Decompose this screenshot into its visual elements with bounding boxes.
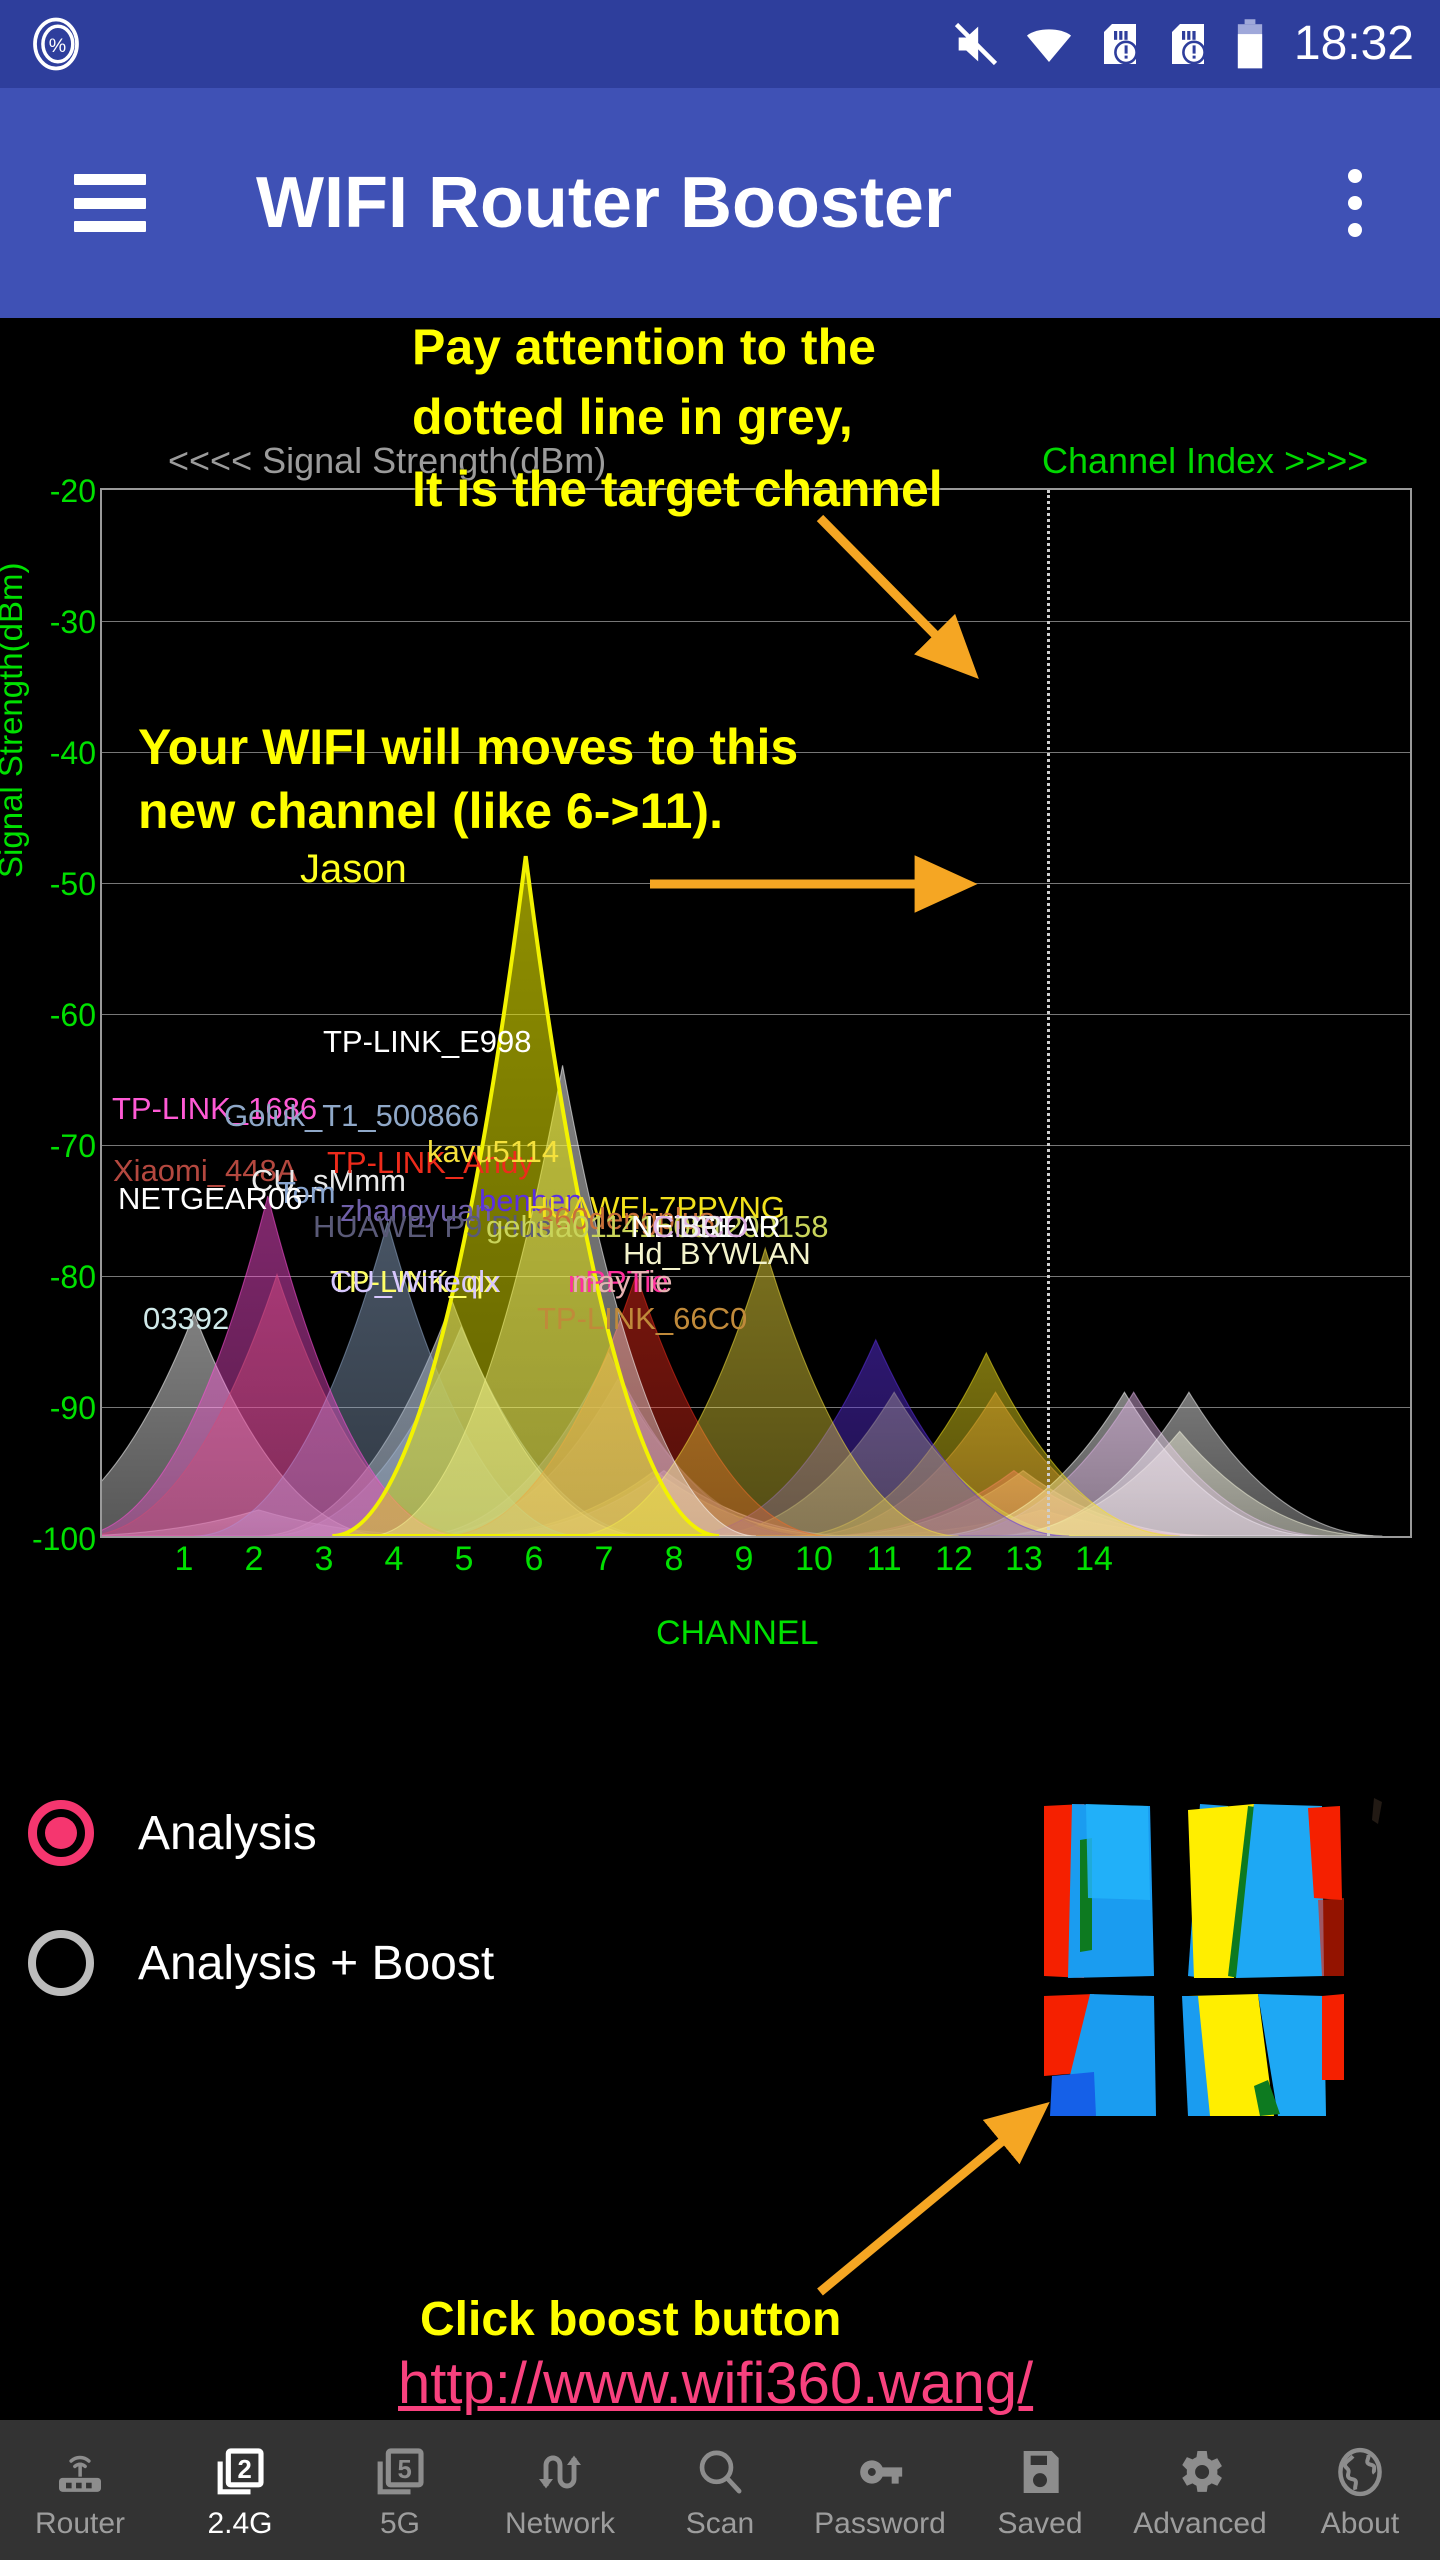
key-icon xyxy=(850,2441,910,2503)
globe-icon xyxy=(1330,2441,1390,2503)
bottom-navigation: Router 2 2.4G 5 5G Network Scan Password… xyxy=(0,2420,1440,2560)
x-tick: 11 xyxy=(866,1540,902,1578)
x-tick: 2 xyxy=(244,1540,264,1578)
option-analysis-label: Analysis xyxy=(138,1806,317,1860)
radio-selected-icon[interactable] xyxy=(28,1800,94,1866)
annotation-note-1-line3: It is the target channel xyxy=(412,461,943,517)
y-tick: -70 xyxy=(49,1128,96,1164)
ssid-label: Jason xyxy=(300,847,407,891)
plot-area xyxy=(100,488,1412,1538)
x-tick: 14 xyxy=(1075,1540,1113,1578)
nav-label-scan: Scan xyxy=(685,2507,755,2540)
x-tick: 1 xyxy=(174,1540,194,1578)
svg-text:5: 5 xyxy=(398,2456,412,2484)
option-analysis[interactable]: Analysis xyxy=(0,1768,760,1898)
x-tick: 8 xyxy=(664,1540,684,1578)
ssid-label: CU_Wifieqlx xyxy=(330,1264,501,1299)
nav-item-advanced[interactable]: Advanced xyxy=(1120,2420,1280,2560)
battery-icon xyxy=(1232,17,1268,71)
percent-badge-icon: % xyxy=(28,16,84,72)
x-tick: 6 xyxy=(524,1540,544,1578)
annotation-note-2-line2: new channel (like 6->11). xyxy=(138,783,723,839)
save-icon xyxy=(1010,2441,1070,2503)
y-tick: -60 xyxy=(49,997,96,1033)
y-tick: -20 xyxy=(49,473,96,509)
status-bar: % 18:32 xyxy=(0,0,1440,88)
x-tick: 10 xyxy=(795,1540,833,1578)
thermal-quadrants-graphic xyxy=(1022,1780,1394,2132)
x-tick: 7 xyxy=(594,1540,614,1578)
option-analysis-boost-label: Analysis + Boost xyxy=(138,1936,495,1990)
y-tick: -80 xyxy=(49,1259,96,1295)
network-transfer-icon xyxy=(530,2441,590,2503)
annotation-note-2-line1: Your WIFI will moves to this xyxy=(138,719,799,775)
router-icon xyxy=(50,2441,110,2503)
y-tick: -100 xyxy=(31,1521,96,1557)
boost-thermal-image[interactable] xyxy=(1022,1780,1394,2132)
status-bar-clock: 18:32 xyxy=(1293,17,1414,70)
y-tick: -90 xyxy=(49,1390,96,1426)
ssid-label: TP-LINK_E998 xyxy=(323,1024,532,1059)
channel-graph: <<<< Signal Strength(dBm) Channel Index … xyxy=(0,318,1440,1768)
nav-label-about: About xyxy=(1320,2507,1400,2540)
x-tick: 4 xyxy=(384,1540,404,1578)
status-bar-right: 18:32 xyxy=(950,17,1440,71)
x-tick: 12 xyxy=(935,1540,973,1578)
nav-label-5g: 5G xyxy=(379,2507,421,2540)
nav-item-router[interactable]: Router xyxy=(0,2420,160,2560)
annotation-note-1-line1: Pay attention to the xyxy=(412,319,876,375)
ssid-label: Goluk_T1_500866 xyxy=(224,1098,480,1133)
page-title: WIFI Router Booster xyxy=(256,163,952,243)
nav-item-2-4g[interactable]: 2 2.4G xyxy=(160,2420,320,2560)
ssid-label: TP-LINK_66C0 xyxy=(537,1301,748,1336)
x-tick: 13 xyxy=(1005,1540,1043,1578)
mode-options: Analysis Analysis + Boost xyxy=(0,1768,760,2148)
sim-card-alert-icon xyxy=(1164,20,1212,68)
search-icon xyxy=(690,2441,750,2503)
nav-label-2-4g: 2.4G xyxy=(207,2507,273,2540)
nav-item-password[interactable]: Password xyxy=(800,2420,960,2560)
option-analysis-boost[interactable]: Analysis + Boost xyxy=(0,1898,760,2028)
nav-item-5g[interactable]: 5 5G xyxy=(320,2420,480,2560)
mute-icon xyxy=(950,18,1002,70)
x-tick: 9 xyxy=(734,1540,754,1578)
radio-unselected-icon[interactable] xyxy=(28,1930,94,1996)
nav-label-network: Network xyxy=(504,2507,616,2540)
x-axis-label: CHANNEL xyxy=(656,1614,819,1652)
svg-text:2: 2 xyxy=(238,2456,252,2484)
gear-icon xyxy=(1170,2441,1230,2503)
nav-item-about[interactable]: About xyxy=(1280,2420,1440,2560)
target-channel-line xyxy=(1047,490,1050,1536)
app-bar: WIFI Router Booster xyxy=(0,88,1440,318)
ssid-label: kavu5114 xyxy=(427,1134,560,1169)
sim-card-alert-icon xyxy=(1096,20,1144,68)
website-link[interactable]: http://www.wifi360.wang/ xyxy=(398,2350,1033,2417)
boost-instruction-text: Click boost button xyxy=(420,2293,842,2346)
channel-index-header: Channel Index >>>> xyxy=(1042,440,1369,481)
nav-label-saved: Saved xyxy=(997,2507,1083,2540)
x-tick: 5 xyxy=(454,1540,474,1578)
nav-label-advanced: Advanced xyxy=(1133,2507,1267,2540)
signal-waves xyxy=(102,855,1383,1536)
status-bar-left: % xyxy=(0,16,84,72)
nav-label-router: Router xyxy=(34,2507,126,2540)
band-5-icon: 5 xyxy=(370,2441,430,2503)
band-2-icon: 2 xyxy=(210,2441,270,2503)
nav-item-saved[interactable]: Saved xyxy=(960,2420,1120,2560)
wifi-icon xyxy=(1022,17,1076,71)
overflow-menu-icon[interactable] xyxy=(1348,169,1362,237)
nav-label-password: Password xyxy=(814,2507,946,2540)
ssid-label: mayTie xyxy=(572,1264,673,1299)
ssid-label: 03392 xyxy=(143,1301,230,1336)
nav-item-network[interactable]: Network xyxy=(480,2420,640,2560)
x-tick: 3 xyxy=(314,1540,334,1578)
ssid-label: NETGEAR06 xyxy=(118,1181,303,1216)
svg-text:%: % xyxy=(49,35,66,57)
annotation-note-1-line2: dotted line in grey, xyxy=(412,389,853,445)
hamburger-menu-icon[interactable] xyxy=(74,174,146,232)
nav-item-scan[interactable]: Scan xyxy=(640,2420,800,2560)
y-axis-label: Signal Strength(dBm) xyxy=(0,562,29,878)
